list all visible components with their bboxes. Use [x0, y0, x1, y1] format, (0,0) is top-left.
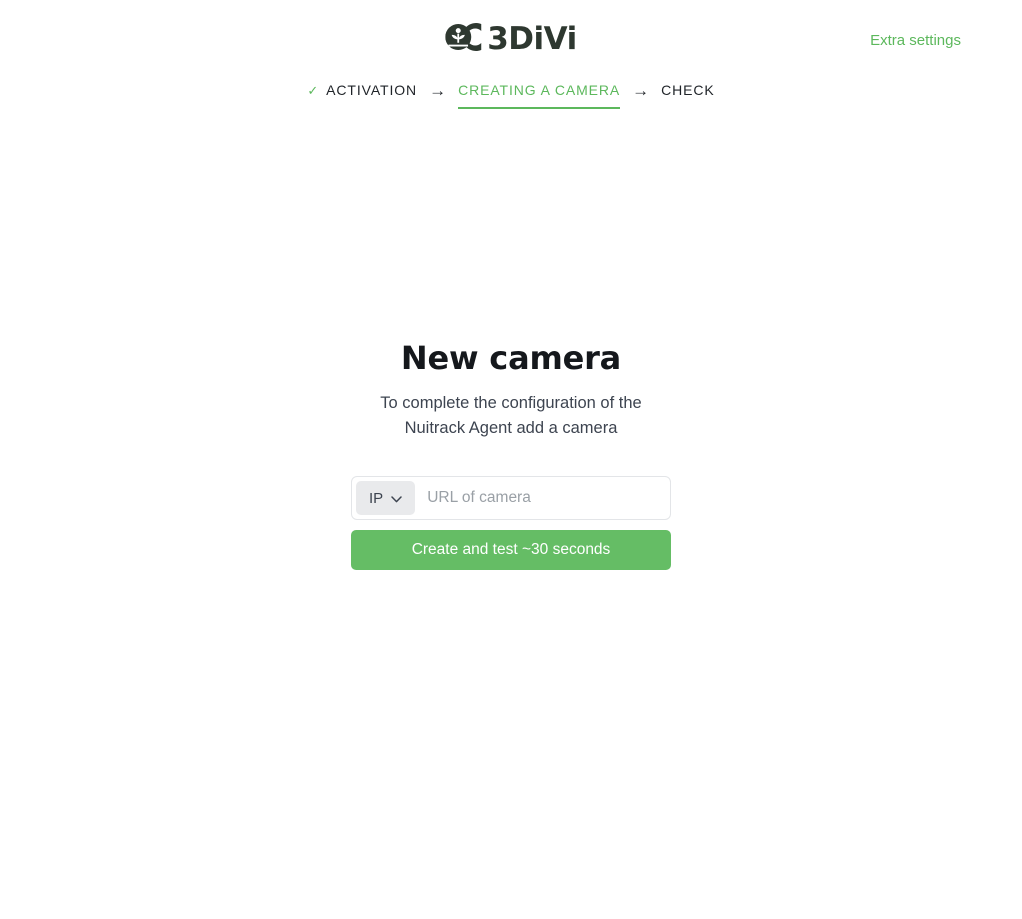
step-activation-label: ACTIVATION: [326, 82, 418, 98]
extra-settings-link[interactable]: Extra settings: [870, 32, 961, 49]
3divi-logo-icon: [445, 22, 483, 57]
step-creating-a-camera-label: CREATING A CAMERA: [458, 82, 621, 98]
camera-url-input[interactable]: [415, 477, 670, 520]
page-title: New camera: [400, 339, 622, 377]
step-creating-a-camera[interactable]: CREATING A CAMERA: [458, 82, 621, 109]
breadcrumb: ✓ ACTIVATION → CREATING A CAMERA → CHECK: [0, 82, 1022, 109]
step-activation[interactable]: ✓ ACTIVATION: [307, 82, 417, 107]
protocol-select[interactable]: IP: [356, 481, 416, 516]
check-icon: ✓: [307, 82, 320, 98]
protocol-select-value: IP: [369, 489, 384, 507]
page-header: 3DiVi Extra settings: [0, 0, 1022, 78]
brand-name: 3DiVi: [487, 21, 577, 57]
create-and-test-button[interactable]: Create and test ~30 seconds: [351, 530, 671, 571]
arrow-right-icon: →: [632, 81, 650, 100]
page-subtitle: To complete the configuration of the Nui…: [380, 393, 642, 437]
chevron-down-icon: [391, 490, 402, 507]
step-check-label: CHECK: [661, 82, 715, 98]
camera-address-row: IP: [351, 476, 671, 521]
brand-logo: 3DiVi: [445, 22, 577, 57]
arrow-right-icon: →: [429, 81, 447, 100]
new-camera-panel: New camera To complete the configuration…: [351, 339, 671, 571]
step-check[interactable]: CHECK: [661, 82, 715, 107]
